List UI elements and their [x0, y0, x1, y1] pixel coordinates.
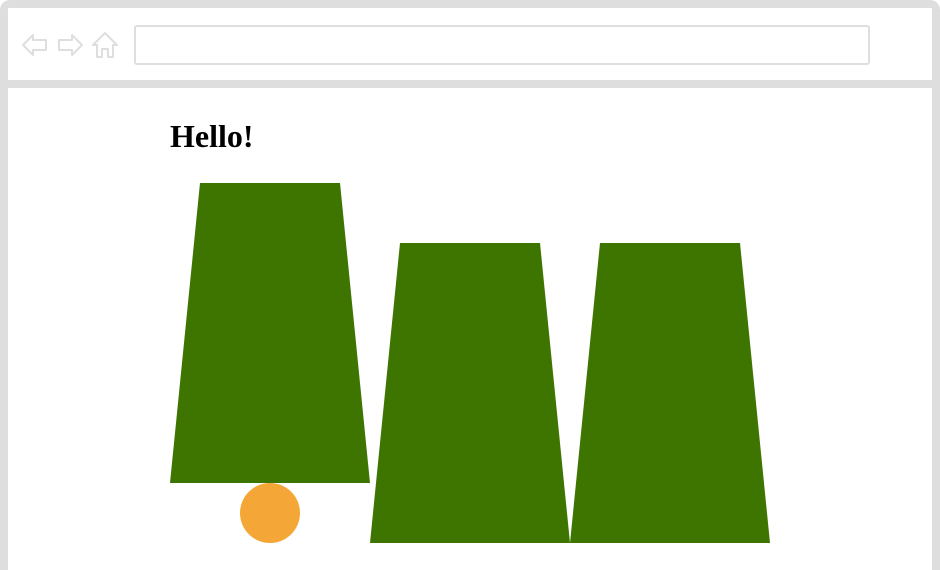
forward-button[interactable]	[55, 30, 85, 60]
address-bar[interactable]	[134, 25, 870, 65]
shapes-canvas	[170, 183, 770, 543]
arrow-left-outline-icon	[22, 34, 47, 56]
browser-window: Hello!	[0, 0, 940, 570]
arrow-right-outline-icon	[58, 34, 83, 56]
browser-toolbar	[8, 8, 932, 80]
trapezoid-right	[570, 243, 770, 543]
trapezoid-middle	[370, 243, 570, 543]
trapezoid-left	[170, 183, 370, 483]
home-button[interactable]	[90, 30, 120, 60]
back-button[interactable]	[20, 30, 50, 60]
toolbar-divider	[8, 80, 932, 88]
home-outline-icon	[92, 32, 118, 58]
page-viewport: Hello!	[8, 88, 932, 570]
orange-circle	[240, 483, 300, 543]
